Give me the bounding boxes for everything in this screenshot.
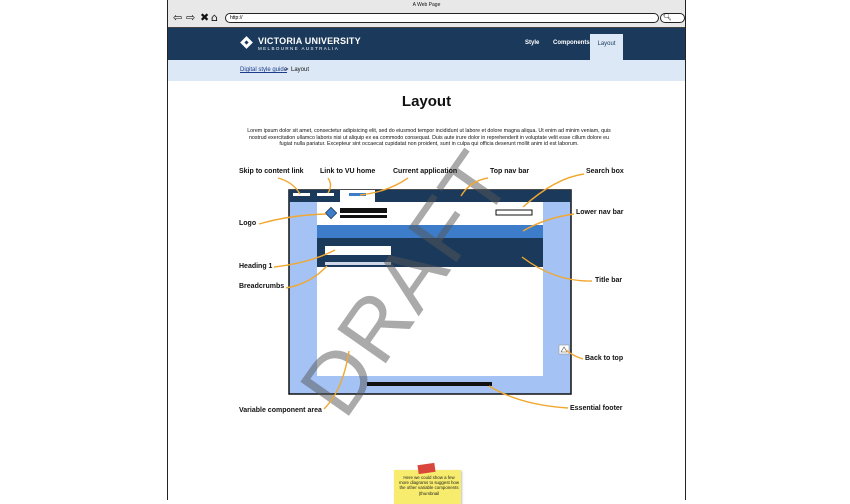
label-vu-home: Link to VU home	[320, 168, 376, 175]
diagram-vu-home-link	[317, 193, 334, 196]
label-essential-footer: Essential footer	[570, 405, 623, 412]
diagram-logo-text-2	[340, 215, 387, 218]
label-heading-1: Heading 1	[239, 263, 273, 270]
sticky-note-text: Here we could show a few more diagrams t…	[398, 475, 460, 496]
label-title-bar: Title bar	[595, 277, 623, 284]
label-search-box: Search box	[586, 168, 624, 175]
label-breadcrumbs: Breadcrumbs	[239, 283, 285, 290]
label-lower-nav-bar: Lower nav bar	[576, 209, 624, 216]
label-skip-to-content: Skip to content link	[239, 168, 304, 175]
diagram-logo-text-1	[340, 208, 387, 213]
label-current-application: Current application	[393, 168, 458, 175]
label-variable-component-area: Variable component area	[239, 407, 322, 414]
label-logo: Logo	[239, 220, 257, 227]
diagram-skip-link	[293, 193, 310, 196]
label-back-to-top: Back to top	[585, 355, 624, 362]
layout-diagram: DRAFT	[258, 134, 593, 432]
label-top-nav-bar: Top nav bar	[490, 168, 530, 175]
